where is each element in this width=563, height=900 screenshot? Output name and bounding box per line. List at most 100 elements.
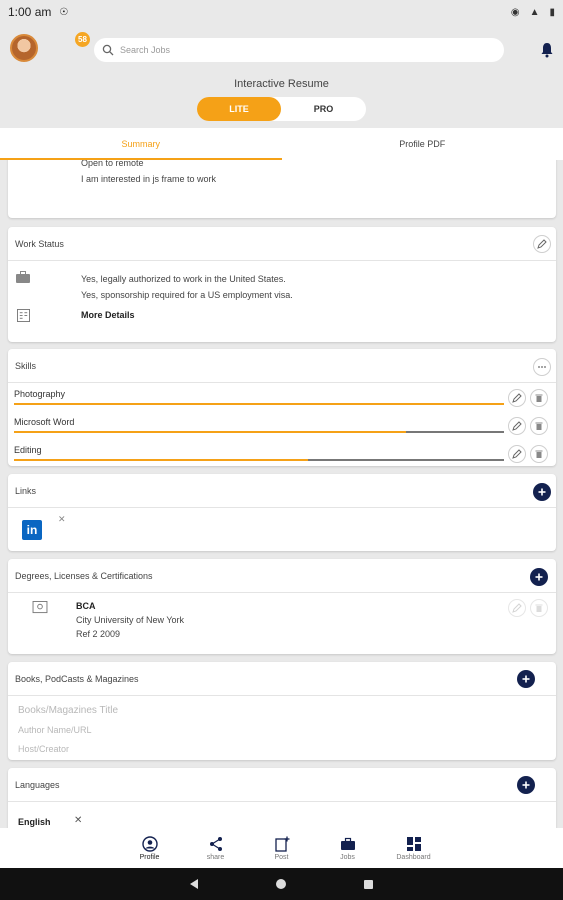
trash-icon [535,604,543,612]
degree-ref: Ref 2 2009 [76,629,121,639]
card-header: Degrees, Licenses & Certifications [8,559,556,593]
more-details-link[interactable]: More Details [81,310,135,320]
status-bar: 1:00 am ☉ ◉ ▲ ▮ [0,0,563,24]
linkedin-icon[interactable]: in [22,520,42,540]
edit-skill-button[interactable] [508,417,526,435]
post-icon [274,836,289,852]
host-field[interactable]: Host/Creator [18,744,69,754]
card-title: Languages [15,779,60,790]
skill-level-bar [14,403,504,405]
delete-skill-button[interactable] [530,389,548,407]
card-title: Books, PodCasts & Magazines [15,673,139,684]
remove-link-icon[interactable]: ✕ [58,514,66,525]
nav-dashboard[interactable]: Dashboard [381,828,447,868]
card-header: Books, PodCasts & Magazines [8,662,556,696]
pencil-icon [537,239,547,249]
skill-name: Photography [14,389,66,399]
toggle-pro[interactable]: PRO [281,97,366,121]
card-title: Degrees, Licenses & Certifications [15,570,153,581]
nav-label: Profile [139,853,160,861]
certificate-icon [32,601,48,614]
card-header: Languages [8,768,556,802]
skill-level-fill [14,459,308,461]
dashboard-icon [406,836,421,851]
notification-badge[interactable]: 58 [75,32,90,47]
trash-icon [535,422,543,430]
nav-jobs[interactable]: Jobs [315,828,381,868]
degrees-card: Degrees, Licenses & Certifications BCA C… [8,559,556,654]
summary-line: I am interested in js frame to work [81,174,217,184]
add-language-button[interactable] [517,776,535,794]
tab-summary[interactable]: Summary [0,128,282,160]
briefcase-icon [340,837,355,850]
nav-label: Post [274,853,289,861]
plus-icon [522,675,530,683]
author-field[interactable]: Author Name/URL [18,725,92,735]
edit-skill-button[interactable] [508,445,526,463]
add-degree-button[interactable] [530,568,548,586]
details-icon [17,309,30,322]
plus-icon [538,488,546,496]
skill-level-fill [14,403,504,405]
card-header: Skills [8,349,556,383]
search-input[interactable] [120,45,480,55]
edit-button[interactable] [533,235,551,253]
delete-skill-button[interactable] [530,417,548,435]
languages-card: Languages English ✕ [8,768,556,828]
work-status-card: Work Status Yes, legally authorized to w… [8,227,556,342]
nav-post[interactable]: Post [249,828,315,868]
degree-name: BCA [76,601,96,611]
skill-row: Microsoft Word [14,417,504,433]
pencil-icon [512,449,522,459]
home-icon[interactable] [276,879,286,889]
skills-card: Skills Photography Microsoft Word Editin… [8,349,556,466]
remove-language-icon[interactable]: ✕ [74,815,82,826]
more-icon [538,366,546,368]
toggle-lite[interactable]: LITE [197,97,281,121]
battery-icon: ▮ [549,6,555,18]
system-navigation [0,868,563,900]
skill-level-fill [14,431,406,433]
add-link-button[interactable] [533,483,551,501]
search-bar[interactable] [94,38,504,62]
card-title: Links [15,485,37,496]
trash-icon [535,394,543,402]
tab-bar: Summary Profile PDF [0,128,563,160]
nav-share[interactable]: share [183,828,249,868]
books-card: Books, PodCasts & Magazines Books/Magazi… [8,662,556,760]
trash-icon [535,450,543,458]
avatar[interactable] [10,34,38,62]
add-book-button[interactable] [517,670,535,688]
top-bar: 58 [0,24,563,72]
skill-row: Photography [14,389,504,405]
nav-profile[interactable]: Profile [117,828,183,868]
skill-row: Editing [14,445,504,461]
card-header: Links [8,474,556,508]
bell-icon[interactable] [540,42,554,58]
summary-line: Open to remote [81,160,144,168]
back-icon[interactable] [190,879,198,889]
edit-skill-button[interactable] [508,389,526,407]
resume-content[interactable]: Open to remote I am interested in js fra… [0,160,563,828]
share-icon [209,836,222,851]
delete-skill-button[interactable] [530,445,548,463]
card-title: Work Status [15,238,64,249]
recent-apps-icon[interactable] [364,879,373,889]
delete-degree-button[interactable] [530,599,548,617]
card-header: Work Status [8,227,556,261]
work-status-line: Yes, legally authorized to work in the U… [81,274,286,284]
work-status-line: Yes, sponsorship required for a US emplo… [81,290,293,300]
profile-icon [141,835,158,852]
tab-profile-pdf[interactable]: Profile PDF [282,128,563,160]
book-title-field[interactable]: Books/Magazines Title [18,705,118,716]
wifi-icon: ▲ [529,6,540,18]
edit-degree-button[interactable] [508,599,526,617]
resume-header: Interactive Resume LITE PRO [0,72,563,128]
resume-title: Interactive Resume [234,78,329,90]
card-title: Skills [15,360,37,371]
plus-icon [535,573,543,581]
lite-pro-toggle[interactable]: LITE PRO [197,97,366,121]
pencil-icon [512,603,522,613]
search-icon [102,44,114,56]
more-options-button[interactable] [533,358,551,376]
